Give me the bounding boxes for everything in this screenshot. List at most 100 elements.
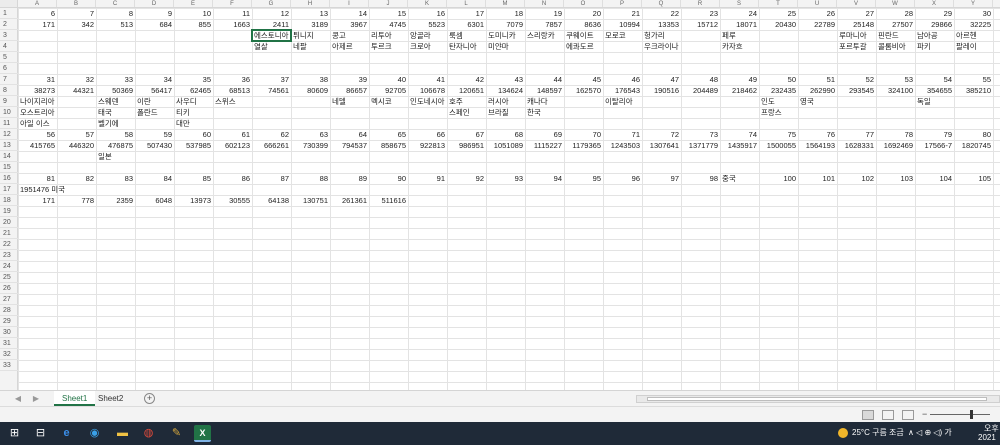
cell[interactable]: 룩셈 [447, 30, 486, 41]
cell[interactable]: 730399 [291, 140, 330, 151]
cell[interactable]: 콜롬비아 [876, 41, 915, 52]
cell[interactable]: 31 [18, 74, 57, 85]
cell[interactable]: 74 [720, 129, 759, 140]
cell[interactable]: 7 [57, 8, 96, 19]
cell[interactable]: 사우디 [174, 96, 213, 107]
cell[interactable]: 41 [408, 74, 447, 85]
cell[interactable]: 97 [642, 173, 681, 184]
cell[interactable]: 루마니아 [837, 30, 876, 41]
cell[interactable]: 6301 [447, 19, 486, 30]
cell[interactable]: 13353 [642, 19, 681, 30]
cell[interactable]: 28 [876, 8, 915, 19]
cell[interactable]: 1307641 [642, 140, 681, 151]
cell[interactable]: 190516 [642, 85, 681, 96]
file-explorer-icon[interactable]: ▬ [114, 425, 131, 442]
cell[interactable]: 20430 [759, 19, 798, 30]
cell[interactable]: 91 [408, 173, 447, 184]
cell[interactable]: 104 [915, 173, 954, 184]
cell[interactable]: 18 [486, 8, 525, 19]
cell[interactable]: 38 [291, 74, 330, 85]
cell[interactable]: 36 [213, 74, 252, 85]
cell[interactable]: 47 [642, 74, 681, 85]
cell[interactable]: 511616 [369, 195, 408, 206]
cell[interactable]: 72 [642, 129, 681, 140]
row-header[interactable]: 7 [0, 74, 18, 85]
cell[interactable]: 33 [96, 74, 135, 85]
excel-app-icon[interactable]: X [194, 425, 211, 442]
page-break-view-icon[interactable] [902, 410, 914, 420]
cell[interactable]: 이탈리아 [603, 96, 642, 107]
column-header[interactable]: R [681, 0, 720, 7]
select-all-corner[interactable] [0, 0, 18, 7]
row-header[interactable]: 2 [0, 19, 18, 30]
cell[interactable]: 684 [135, 19, 174, 30]
column-header[interactable]: O [564, 0, 603, 7]
cell[interactable]: 도미니카 [486, 30, 525, 41]
cell[interactable]: 100 [759, 173, 798, 184]
cell[interactable]: 62 [252, 129, 291, 140]
cell[interactable]: 1243503 [603, 140, 642, 151]
cell[interactable]: 8 [96, 8, 135, 19]
cell[interactable]: 10 [174, 8, 213, 19]
zoom-slider[interactable] [930, 410, 990, 419]
cell[interactable]: 986951 [447, 140, 486, 151]
cell[interactable]: 21 [603, 8, 642, 19]
cell[interactable]: 342 [57, 19, 96, 30]
cell[interactable]: 50369 [96, 85, 135, 96]
cell[interactable]: 스위스 [213, 96, 252, 107]
cell[interactable]: 68 [486, 129, 525, 140]
column-header[interactable]: G [252, 0, 291, 7]
cell[interactable]: 리투아 [369, 30, 408, 41]
cell[interactable]: 핀란드 [876, 30, 915, 41]
cell[interactable]: 90 [369, 173, 408, 184]
cell[interactable]: 46 [603, 74, 642, 85]
cell[interactable]: 22 [642, 8, 681, 19]
cell[interactable]: 89 [330, 173, 369, 184]
cell[interactable]: 티키 [174, 107, 213, 118]
cell[interactable]: 4745 [369, 19, 408, 30]
cell[interactable]: 64138 [252, 195, 291, 206]
cell[interactable]: 1663 [213, 19, 252, 30]
cell[interactable]: 9 [135, 8, 174, 19]
cell[interactable]: 62465 [174, 85, 213, 96]
cell[interactable]: 858675 [369, 140, 408, 151]
cell[interactable]: 74561 [252, 85, 291, 96]
cell[interactable]: 13 [291, 8, 330, 19]
cell[interactable]: 헝가리 [642, 30, 681, 41]
cell[interactable]: 이란 [135, 96, 174, 107]
cell[interactable]: 투르크 [369, 41, 408, 52]
cell[interactable]: 94 [525, 173, 564, 184]
cell[interactable]: 56 [18, 129, 57, 140]
cell[interactable]: 8636 [564, 19, 603, 30]
row-header[interactable]: 4 [0, 41, 18, 52]
column-header[interactable]: M [486, 0, 525, 7]
cell[interactable]: 우크라이나 [642, 41, 681, 52]
row-header[interactable]: 21 [0, 228, 18, 239]
cell[interactable]: 페루 [720, 30, 759, 41]
cell-area[interactable]: 6 7 8 9 10 11 12 13 14 15 16 17 18 19 20 21 22 23 24 25 26 27… [18, 8, 1000, 390]
cell[interactable]: 261361 [330, 195, 369, 206]
cell[interactable]: 오스트리아 [18, 107, 57, 118]
row-header[interactable]: 29 [0, 316, 18, 327]
cell[interactable]: 85 [174, 173, 213, 184]
cell[interactable]: 태국 [96, 107, 135, 118]
cell[interactable]: 43 [486, 74, 525, 85]
cell[interactable]: 스웨덴 [96, 96, 135, 107]
cell[interactable]: 2359 [96, 195, 135, 206]
row-header[interactable]: 23 [0, 250, 18, 261]
cell[interactable]: 중국 [720, 173, 759, 184]
cell[interactable]: 27507 [876, 19, 915, 30]
cell[interactable]: 95 [564, 173, 603, 184]
add-sheet-button[interactable]: + [144, 393, 155, 404]
cell[interactable]: 40 [369, 74, 408, 85]
cell[interactable]: 6 [18, 8, 57, 19]
cell[interactable]: 52 [837, 74, 876, 85]
cell[interactable]: 프랑스 [759, 107, 798, 118]
row-header[interactable]: 5 [0, 52, 18, 63]
cell[interactable]: 96 [603, 173, 642, 184]
weather-text[interactable]: 25°C 구름 조금 [852, 427, 904, 438]
cell[interactable]: 30555 [213, 195, 252, 206]
column-header[interactable]: I [330, 0, 369, 7]
column-header[interactable]: Z [993, 0, 1000, 7]
column-header[interactable]: W [876, 0, 915, 7]
